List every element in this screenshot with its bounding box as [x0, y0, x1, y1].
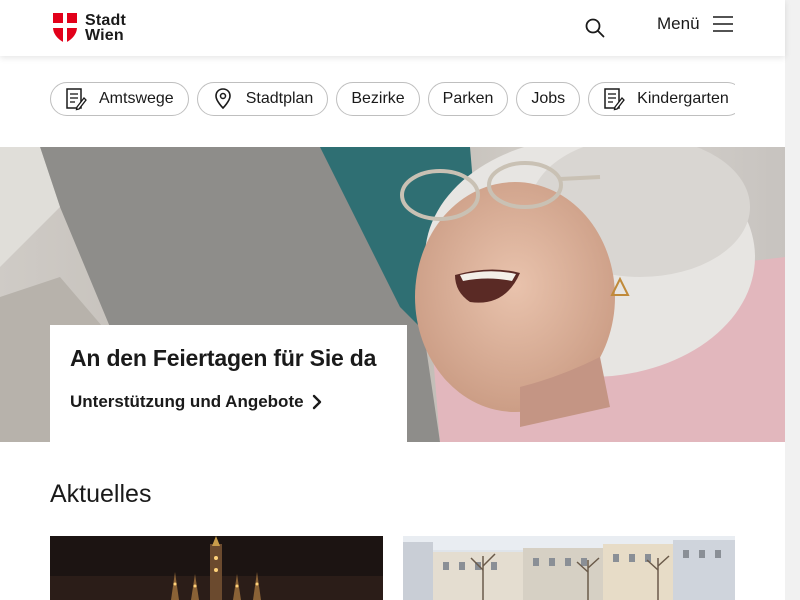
quick-link-parken[interactable]: Parken [427, 82, 509, 116]
quick-link-amtswege[interactable]: Amtswege [50, 82, 189, 116]
site-header: Stadt Wien Menü [0, 0, 785, 56]
hero-banner[interactable]: An den Feiertagen für Sie da Unterstützu… [0, 147, 785, 442]
vienna-shield-icon [53, 13, 77, 43]
hamburger-icon [712, 16, 733, 32]
menu-button[interactable]: Menü [657, 14, 733, 34]
quick-link-kindergarten[interactable]: Kindergarten [588, 82, 735, 116]
hero-teaser-card[interactable]: An den Feiertagen für Sie da Unterstützu… [50, 325, 407, 442]
chip-label: Amtswege [99, 90, 174, 107]
menu-label: Menü [657, 14, 700, 33]
chevron-right-icon [312, 394, 321, 410]
chip-label: Stadtplan [245, 90, 314, 107]
quick-link-bezirke[interactable]: Bezirke [336, 82, 420, 116]
chip-label: Parken [442, 90, 494, 107]
hero-link-label: Unterstützung und Angebote [70, 392, 304, 411]
news-card-image-2[interactable] [403, 536, 735, 600]
hero-title: An den Feiertagen für Sie da [70, 345, 377, 371]
logo-line-1: Stadt [85, 12, 126, 29]
chip-label: Bezirke [351, 90, 405, 107]
quick-link-jobs[interactable]: Jobs [516, 82, 581, 116]
city-hall-night-photo [50, 536, 383, 600]
street-buildings-photo [403, 536, 735, 600]
chip-label: Kindergarten [637, 90, 729, 107]
chip-label: Jobs [531, 90, 566, 107]
form-icon [66, 88, 87, 111]
form-icon [604, 88, 626, 111]
section-title-aktuelles: Aktuelles [50, 480, 152, 508]
quick-link-stadtplan[interactable]: Stadtplan [196, 82, 329, 116]
quick-links-bar: Amtswege Stadtplan Bezirke Parken Jobs K… [50, 82, 735, 118]
stadt-wien-logo[interactable]: Stadt Wien [53, 12, 126, 44]
logo-line-2: Wien [85, 27, 124, 44]
hero-link[interactable]: Unterstützung und Angebote [70, 392, 322, 412]
search-icon [585, 18, 605, 38]
news-card-image-1[interactable] [50, 536, 383, 600]
logo-wordmark: Stadt Wien [85, 12, 126, 44]
page-scrollbar[interactable] [785, 0, 800, 600]
search-button[interactable] [583, 16, 607, 40]
location-pin-icon [214, 88, 231, 110]
